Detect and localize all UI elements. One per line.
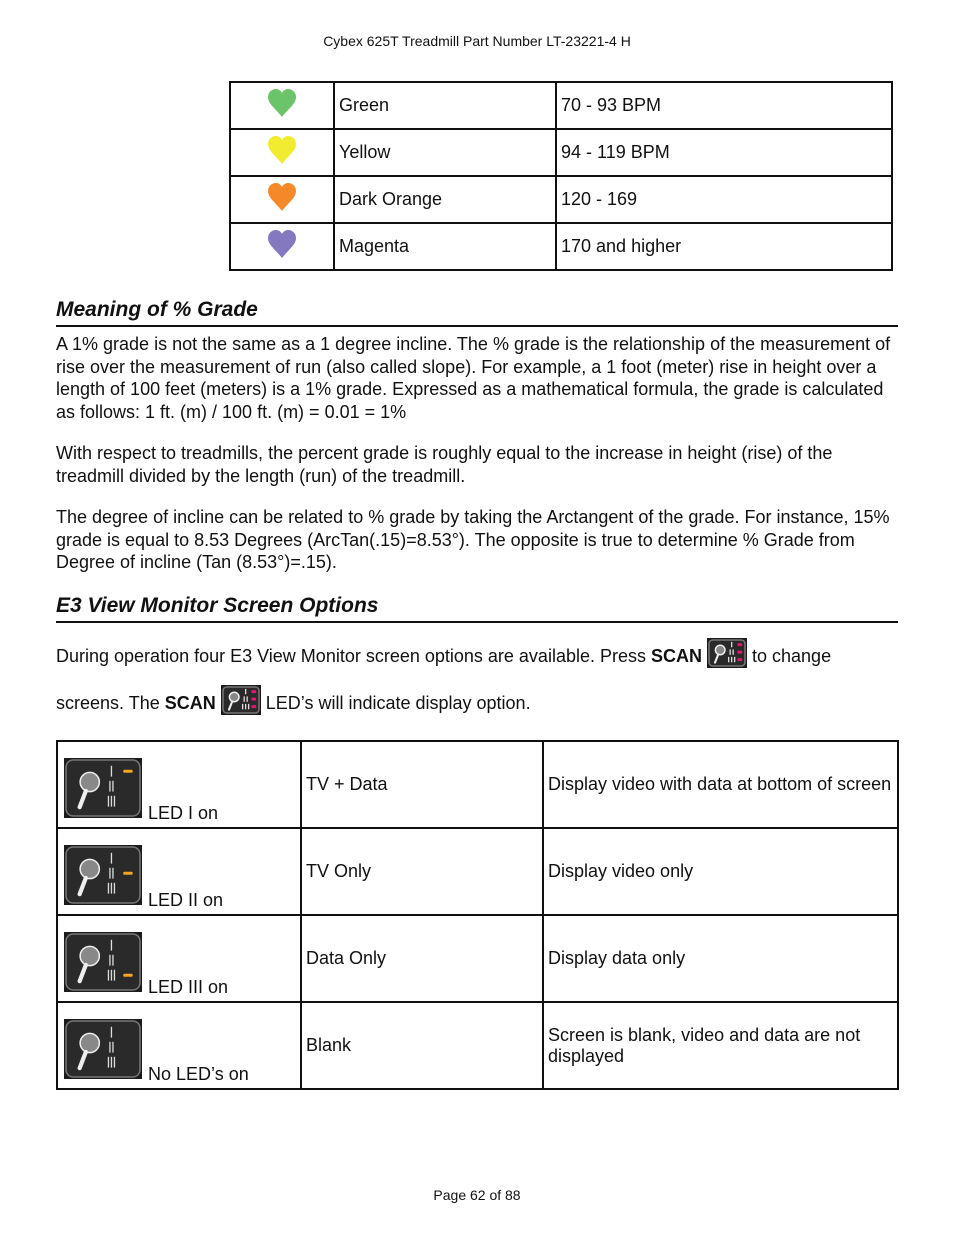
- scan-led-icon: [64, 845, 142, 910]
- led-cell: LED II on: [56, 827, 302, 916]
- mode-description: Display data only: [542, 914, 899, 1003]
- led-cell: LED III on: [56, 914, 302, 1003]
- zone-color-name: Magenta: [333, 222, 557, 271]
- table-row: Yellow 94 - 119 BPM: [229, 128, 893, 177]
- scan-button-icon: [707, 638, 748, 683]
- heart-icon: [268, 230, 296, 258]
- grade-paragraph-2: With respect to treadmills, the percent …: [56, 443, 833, 486]
- mode-description: Display video only: [542, 827, 899, 916]
- e3-intro-text-a: During operation four E3 View Monitor sc…: [56, 646, 651, 666]
- zone-color-name: Yellow: [333, 128, 557, 177]
- page-header: Cybex 625T Treadmill Part Number LT-2322…: [323, 33, 631, 49]
- e3-intro-paragraph: During operation four E3 View Monitor sc…: [56, 636, 898, 730]
- table-row: Green 70 - 93 BPM: [229, 81, 893, 130]
- mode-description: Screen is blank, video and data are not …: [542, 1001, 899, 1090]
- screen-options-table: LED I on TV + Data Display video with da…: [56, 740, 899, 1090]
- heart-icon: [268, 89, 296, 117]
- table-row: LED I on TV + Data Display video with da…: [56, 740, 899, 829]
- scan-button-icon: [220, 685, 261, 730]
- scan-led-icon: [64, 932, 142, 997]
- scan-label: SCAN: [164, 693, 216, 713]
- zone-bpm-range: 94 - 119 BPM: [555, 128, 893, 177]
- display-mode: TV Only: [300, 827, 544, 916]
- zone-bpm-range: 70 - 93 BPM: [555, 81, 893, 130]
- led-label: LED II on: [148, 890, 224, 910]
- display-mode: Data Only: [300, 914, 544, 1003]
- led-label: LED III on: [148, 977, 229, 997]
- table-row: Magenta 170 and higher: [229, 222, 893, 271]
- grade-paragraph-3: The degree of incline can be related to …: [56, 507, 890, 572]
- table-row: No LED’s on Blank Screen is blank, video…: [56, 1001, 899, 1090]
- table-row: LED II on TV Only Display video only: [56, 827, 899, 916]
- led-label: No LED’s on: [148, 1064, 249, 1084]
- table-row: Dark Orange 120 - 169: [229, 175, 893, 224]
- e3-intro-text-c: LED’s will indicate display option.: [260, 693, 531, 713]
- heart-cell: [229, 222, 335, 271]
- display-mode: Blank: [300, 1001, 544, 1090]
- page-number: Page 62 of 88: [433, 1187, 521, 1203]
- led-indicator: [251, 705, 256, 709]
- led-indicator: [737, 650, 743, 654]
- heart-cell: [229, 128, 335, 177]
- led-label: LED I on: [148, 803, 219, 823]
- led-indicator: [123, 769, 133, 773]
- zone-color-name: Dark Orange: [333, 175, 557, 224]
- table-row: LED III on Data Only Display data only: [56, 914, 899, 1003]
- display-mode: TV + Data: [300, 740, 544, 829]
- led-indicator: [251, 690, 256, 694]
- led-cell: No LED’s on: [56, 1001, 302, 1090]
- zone-bpm-range: 120 - 169: [555, 175, 893, 224]
- heart-cell: [229, 81, 335, 130]
- heart-rate-zone-table: Green 70 - 93 BPM Yellow 94 - 119 BPM Da…: [229, 81, 893, 271]
- scan-led-icon: [64, 758, 142, 823]
- led-indicator: [123, 973, 133, 977]
- led-cell: LED I on: [56, 740, 302, 829]
- grade-section-heading: Meaning of % Grade: [56, 298, 898, 327]
- heart-cell: [229, 175, 335, 224]
- heart-icon: [268, 183, 296, 211]
- led-indicator: [123, 871, 133, 875]
- led-indicator: [251, 697, 256, 701]
- scan-led-icon: [64, 1019, 142, 1084]
- scan-label: SCAN: [650, 646, 702, 666]
- grade-paragraph-1: A 1% grade is not the same as a 1 degree…: [56, 334, 891, 422]
- led-indicator: [737, 658, 743, 662]
- heart-icon: [268, 136, 296, 164]
- e3-section-heading: E3 View Monitor Screen Options: [56, 594, 898, 623]
- led-indicator: [737, 643, 743, 647]
- zone-color-name: Green: [333, 81, 557, 130]
- mode-description: Display video with data at bottom of scr…: [542, 740, 899, 829]
- zone-bpm-range: 170 and higher: [555, 222, 893, 271]
